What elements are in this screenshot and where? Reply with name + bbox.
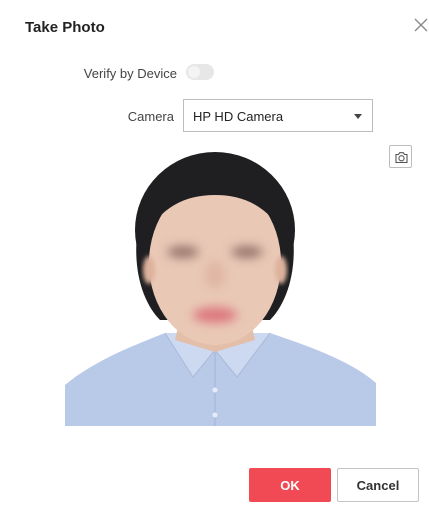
preview-image [65, 145, 376, 426]
take-photo-dialog: Take Photo Verify by Device Camera HP HD… [0, 0, 429, 521]
chevron-down-icon [354, 114, 362, 119]
camera-preview [65, 145, 376, 426]
capture-button[interactable] [389, 145, 412, 168]
camera-select[interactable]: HP HD Camera [183, 99, 373, 132]
cancel-button[interactable]: Cancel [337, 468, 419, 502]
camera-icon [395, 152, 408, 164]
ok-button[interactable]: OK [249, 468, 331, 502]
camera-label: Camera [127, 109, 174, 124]
verify-by-device-toggle[interactable] [186, 64, 214, 80]
camera-select-value: HP HD Camera [193, 109, 284, 124]
close-icon[interactable] [414, 18, 428, 32]
verify-by-device-label: Verify by Device [83, 66, 177, 81]
dialog-title: Take Photo [25, 19, 105, 36]
